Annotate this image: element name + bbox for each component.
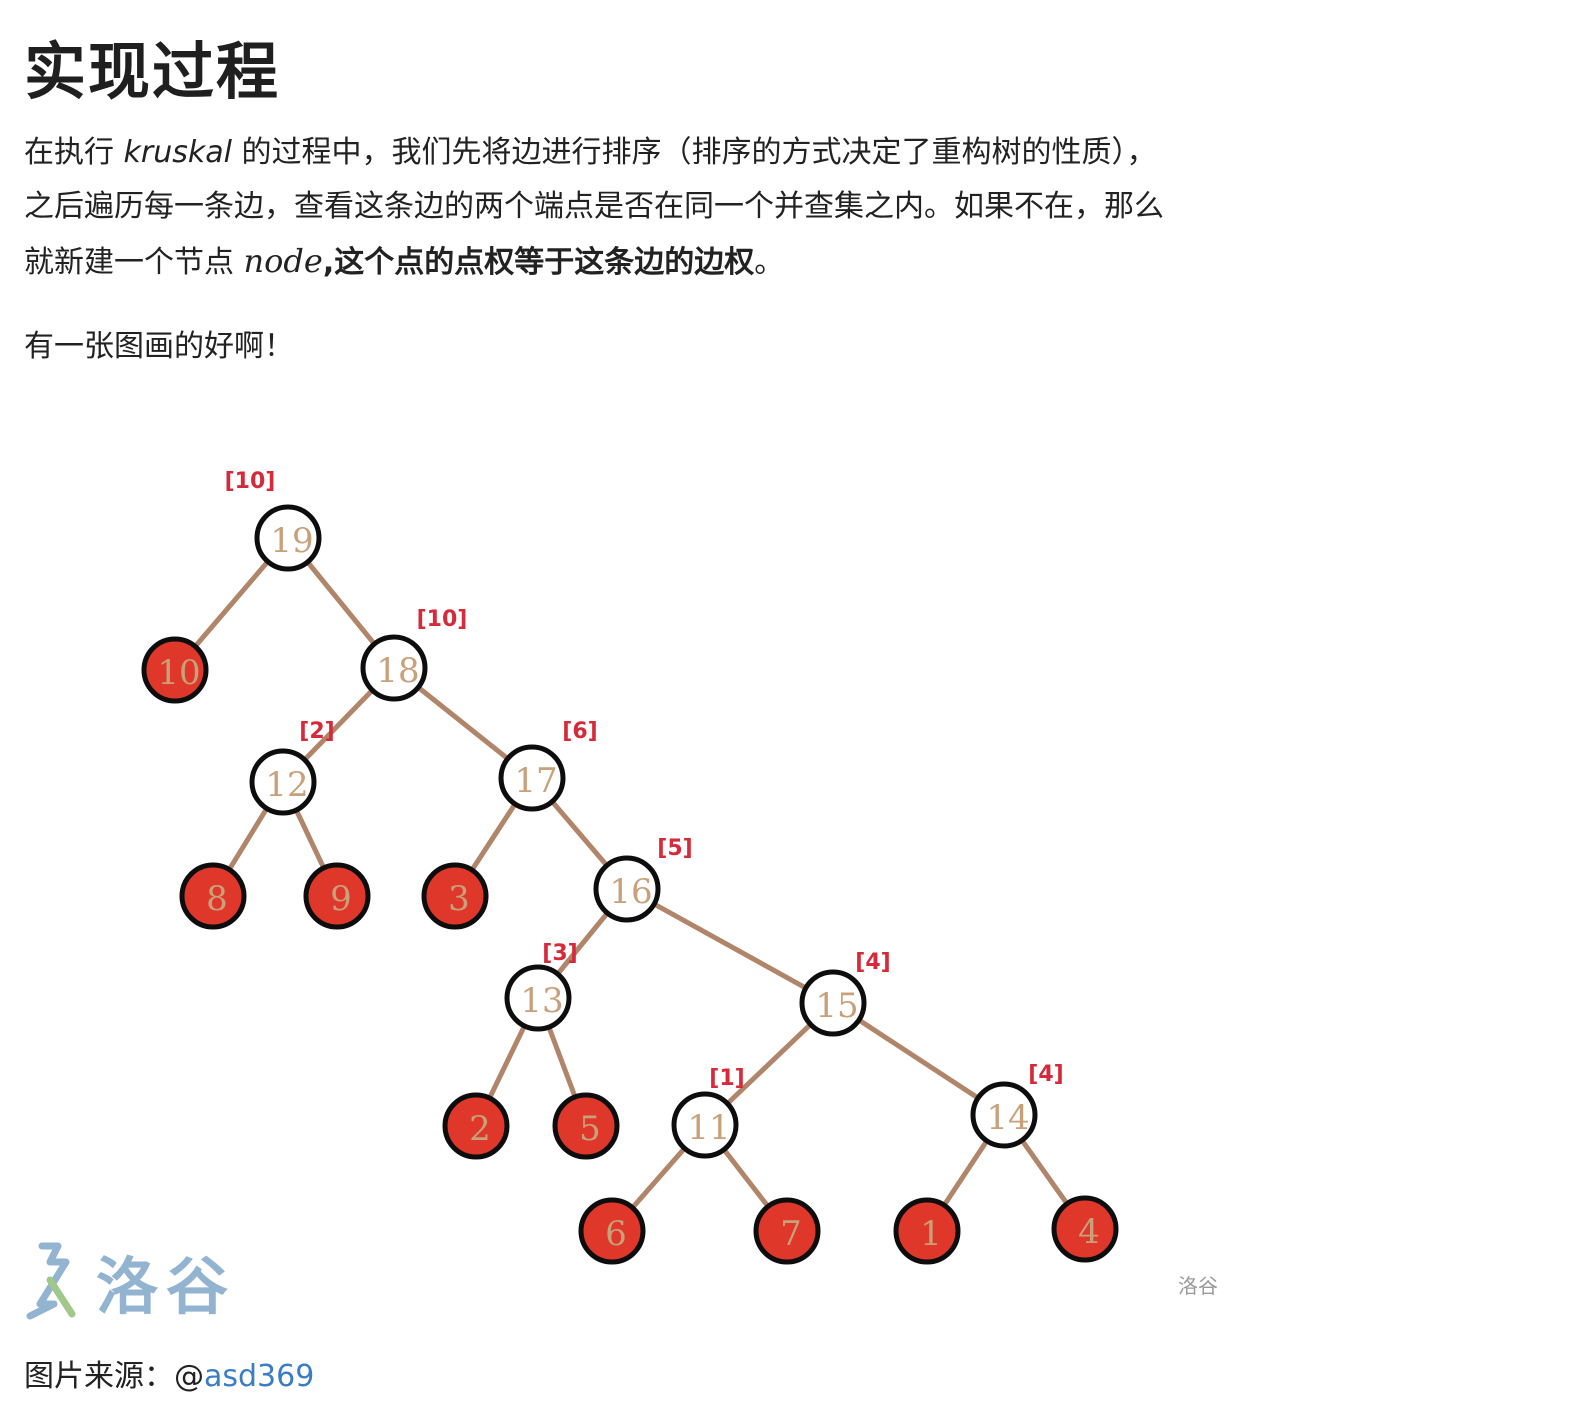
text-run: 在执行 [24, 135, 124, 170]
node-label: 18 [376, 651, 419, 691]
leaf-node-10: 10 [141, 636, 209, 704]
edge-weight-label: [2] [299, 719, 334, 744]
image-source-caption: 图片来源：@asd369 [24, 1350, 314, 1404]
node-label: 1 [920, 1214, 942, 1254]
kruskal-term: kruskal [123, 135, 232, 170]
node-label: 2 [469, 1109, 491, 1149]
text-run: 的过程中，我们先将边进行排序（排序的方式决定了重构树的性质）， [232, 135, 1157, 170]
node-label: 4 [1078, 1212, 1100, 1252]
caption-prefix: 图片来源：@ [24, 1359, 204, 1394]
description-paragraph: 在执行 kruskal 的过程中，我们先将边进行排序（排序的方式决定了重构树的性… [24, 126, 1264, 290]
edge-weight-label: [10] [417, 607, 468, 632]
kruskal-tree-figure: 洛谷 洛谷 19 [10] 10 18 [10] 12 [2] 17 [6] 8 9 3 16 [5] 13… [0, 400, 1574, 1340]
text-run: 之后遍历每一条边，查看这条边的两个端点是否在同一个并查集之内。如果不在，那么 [24, 189, 1164, 224]
node-label: 14 [986, 1098, 1029, 1138]
node-label: 5 [579, 1109, 601, 1149]
internal-node-18: 18 [10] [360, 607, 468, 702]
edge-weight-label: [5] [657, 836, 692, 861]
leaf-node-2: 2 [442, 1092, 510, 1160]
edge-weight-label: [1] [709, 1066, 744, 1091]
small-watermark: 洛谷 [1178, 1274, 1218, 1298]
node-label: 17 [514, 761, 557, 801]
text-run: 。 [754, 245, 785, 280]
internal-node-12: 12 [2] [249, 719, 335, 816]
edge-weight-label: [4] [855, 950, 890, 975]
internal-node-16: 16[5] [593, 836, 693, 923]
node-label: 6 [605, 1214, 627, 1254]
leaf-node-7: 7 [753, 1197, 821, 1265]
tree-nodes: 19[10]10 18[10]12[2]17[6]8 9 3 16[5]13[3]15[… [141, 469, 1119, 1265]
text-run: 就新建一个节点 [24, 245, 244, 280]
edge-weight-label: [3] [542, 941, 577, 966]
tree-edge-16-15 [625, 886, 835, 1006]
node-label: 8 [206, 879, 228, 919]
internal-node-13: 13 [3] [504, 941, 578, 1032]
comment-paragraph: 有一张图画的好啊！ [24, 329, 294, 364]
tree-diagram: 洛谷 洛谷 19[10]10 18[10]12[2]17[6]8 9 3 16[5]13… [26, 469, 1218, 1323]
internal-node-17: 17[6] [498, 719, 598, 812]
logo-wordmark: 洛谷 [96, 1250, 236, 1323]
node-label: 16 [609, 872, 652, 912]
node-label: 9 [330, 879, 352, 919]
edge-weight-label: [10] [225, 469, 276, 494]
internal-node-14: 14[4] [970, 1062, 1064, 1149]
edge-weight-label: [4] [1028, 1062, 1063, 1087]
node-label: 13 [520, 981, 563, 1021]
leaf-node-3: 3 [421, 862, 489, 930]
node-label: 10 [157, 653, 200, 693]
luogu-logo: 洛谷 [26, 1242, 236, 1323]
node-label: 11 [687, 1108, 730, 1148]
author-link[interactable]: asd369 [204, 1359, 314, 1394]
bold-text: ,这个点的点权等于这条边的边权 [322, 245, 755, 280]
leaf-node-1: 1 [893, 1197, 961, 1265]
internal-node-15: 15[4] [799, 950, 891, 1037]
logo-mark-stroke [46, 1276, 76, 1318]
node-label: 12 [265, 765, 308, 805]
node-label: 7 [780, 1214, 802, 1254]
leaf-node-9: 9 [303, 862, 371, 930]
page-title: 实现过程 [24, 35, 281, 108]
edge-weight-label: [6] [562, 719, 597, 744]
leaf-node-8: 8 [179, 862, 247, 930]
leaf-node-6: 6 [578, 1197, 646, 1265]
leaf-node-4: 4 [1051, 1195, 1119, 1263]
node-label: 3 [448, 879, 470, 919]
leaf-node-5: 5 [552, 1092, 620, 1160]
internal-node-11: 11 [1] [671, 1066, 745, 1159]
node-label: 19 [270, 521, 313, 561]
node-math: node [243, 242, 323, 280]
node-label: 15 [815, 986, 858, 1026]
internal-node-19: 19 [10] [225, 469, 322, 572]
